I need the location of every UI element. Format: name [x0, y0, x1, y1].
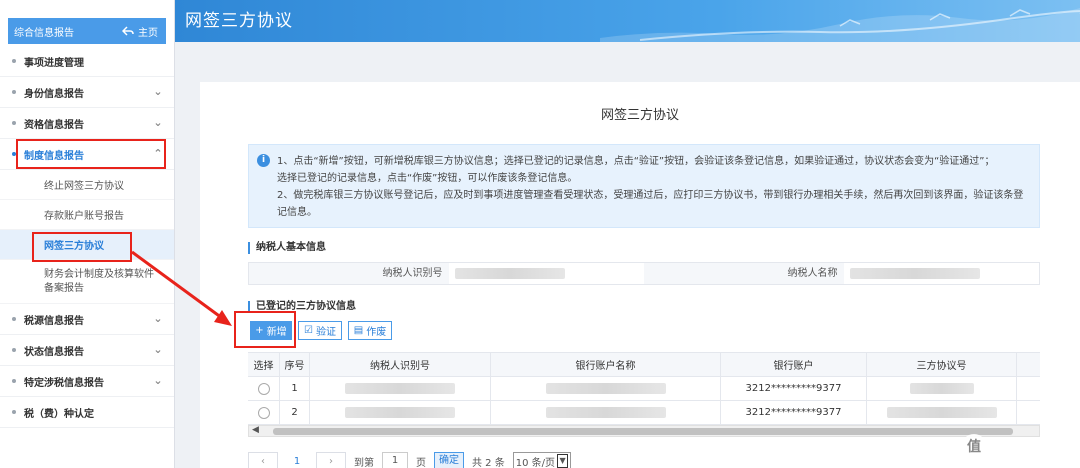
annotation-arrow-icon	[131, 250, 232, 326]
watermark-text: 什么值得买	[991, 439, 1076, 460]
watermark-logo-icon: 值	[961, 434, 987, 460]
watermark: 值 什么值得买	[961, 434, 1076, 460]
